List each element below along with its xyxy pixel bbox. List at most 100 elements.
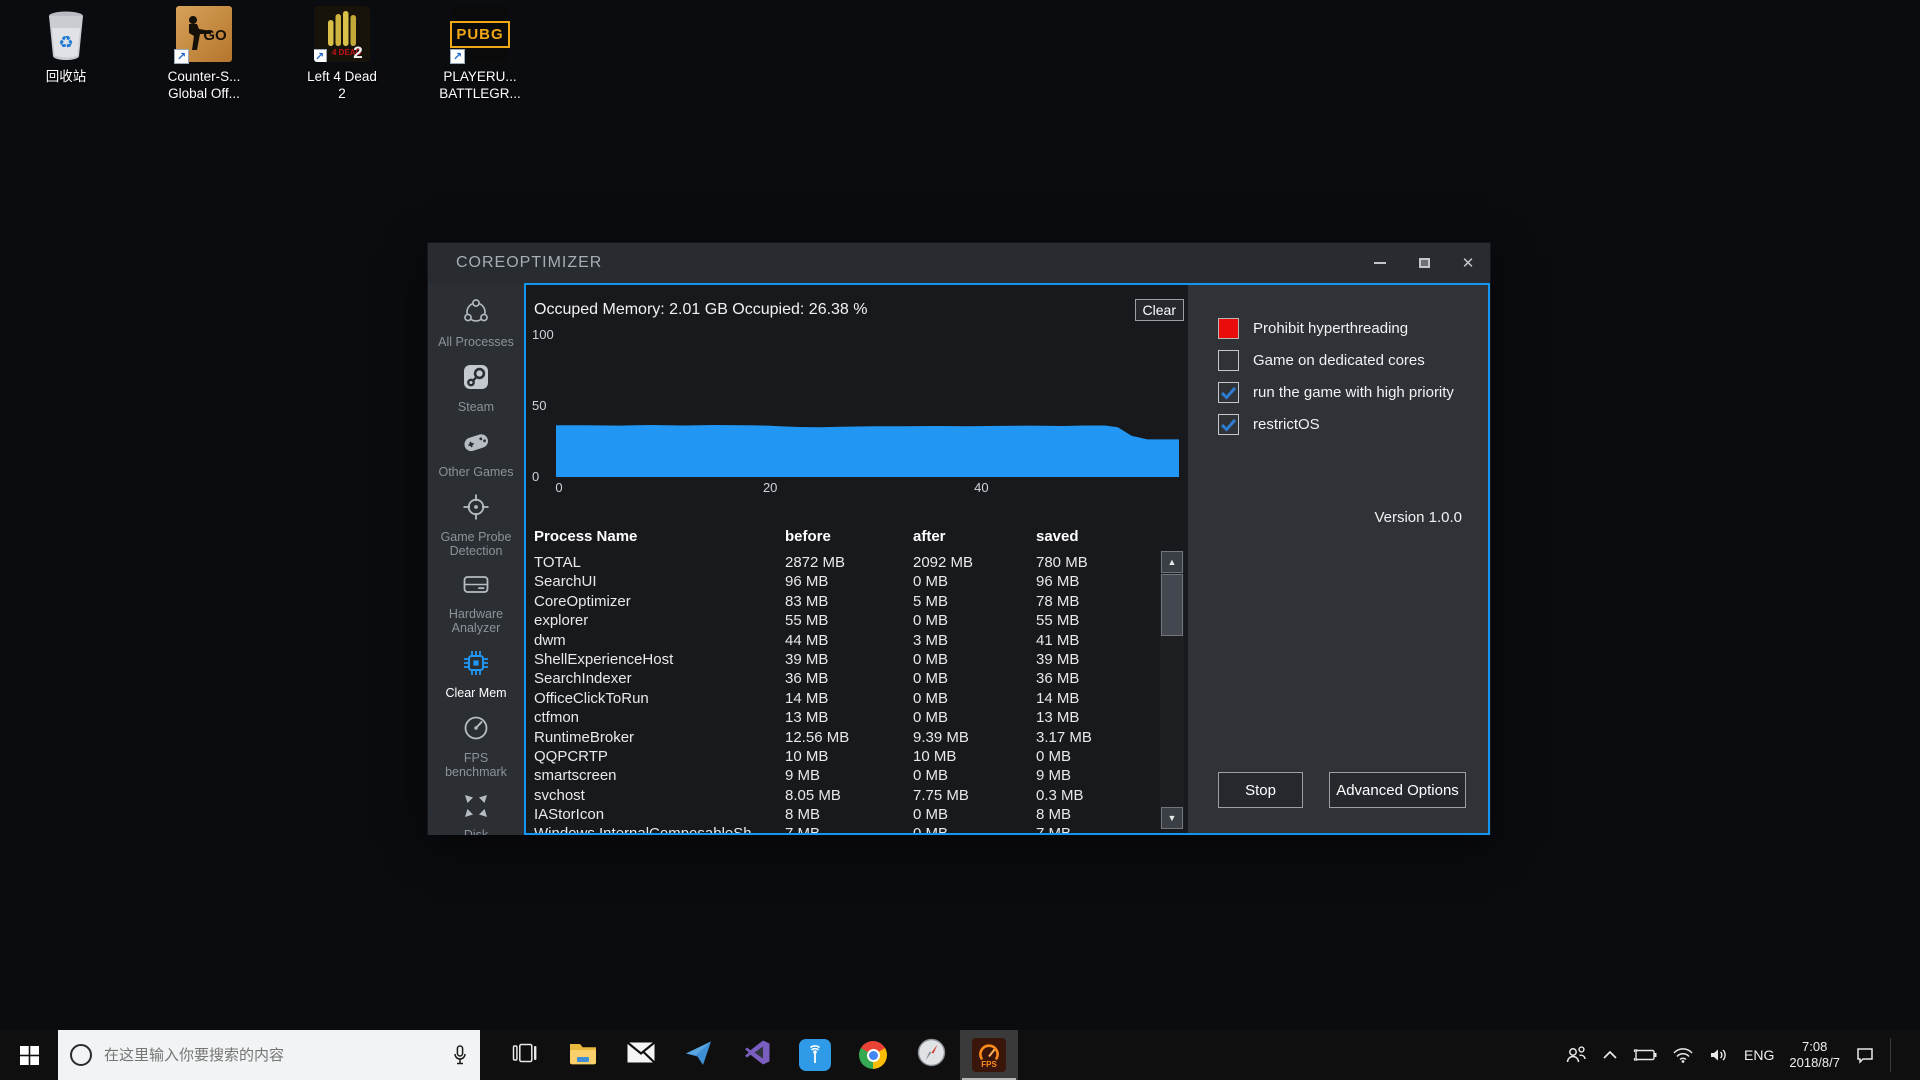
table-cell: 0 MB [913,611,1036,630]
desktop-icon-row: ♻回收站GO↗Counter-S...Global Off...4 DEAD2↗… [14,6,532,102]
task-view-icon [512,1041,538,1070]
option-restrictos[interactable]: restrictOS [1218,414,1478,435]
desktop-icon-csgo[interactable]: GO↗Counter-S...Global Off... [152,6,256,102]
table-row[interactable]: SearchIndexer36 MB0 MB36 MB [526,669,1188,688]
steam-icon [461,362,491,397]
table-row[interactable]: explorer55 MB0 MB55 MB [526,611,1188,630]
table-scrollbar[interactable]: ▲ ▼ [1160,551,1184,829]
table-row[interactable]: SearchUI96 MB0 MB96 MB [526,572,1188,591]
volume-icon[interactable] [1709,1047,1729,1063]
other-games-icon [459,427,493,462]
desktop-icon-l4d2[interactable]: 4 DEAD2↗Left 4 Dead2 [290,6,394,102]
sidebar-item-label: Steam [458,400,494,414]
options-panel: Prohibit hyperthreading Game on dedicated… [1188,285,1488,833]
table-row[interactable]: ShellExperienceHost39 MB0 MB39 MB [526,650,1188,669]
advanced-options-button[interactable]: Advanced Options [1329,772,1466,808]
battery-icon[interactable] [1633,1048,1657,1062]
option-prohibit-hyperthreading[interactable]: Prohibit hyperthreading [1218,318,1478,339]
option-game-on-dedicated-cores[interactable]: Game on dedicated cores [1218,350,1478,371]
table-cell: 3.17 MB [1036,728,1166,747]
search-input[interactable] [104,1047,440,1064]
table-row[interactable]: TOTAL2872 MB2092 MB780 MB [526,553,1188,572]
svg-text:2: 2 [353,43,362,62]
table-cell: 10 MB [913,747,1036,766]
column-header-after: after [913,528,1036,545]
recycle-bin-icon: ♻ [38,6,94,62]
clear-button[interactable]: Clear [1135,299,1184,321]
desktop-icon-pubg[interactable]: PUBG↗PLAYERU...BATTLEGR... [428,6,532,102]
desktop-icon-label: Left 4 Dead2 [307,68,377,102]
option-run-the-game-with-high-priority[interactable]: run the game with high priority [1218,382,1478,403]
mail-icon [626,1041,656,1069]
taskbar-app-mail[interactable] [612,1030,670,1080]
table-row[interactable]: smartscreen9 MB0 MB9 MB [526,766,1188,785]
taskbar-app-compass[interactable] [902,1030,960,1080]
clock[interactable]: 7:08 2018/8/7 [1789,1039,1840,1071]
table-cell: 83 MB [785,592,913,611]
table-row[interactable]: ctfmon13 MB0 MB13 MB [526,708,1188,727]
x-axis-tick: 20 [763,480,777,495]
table-cell: QQPCRTP [534,747,785,766]
close-button[interactable]: ✕ [1446,243,1490,283]
tray-overflow-chevron-icon[interactable] [1602,1050,1618,1060]
table-cell: 0 MB [913,824,1036,833]
start-button[interactable] [0,1030,58,1080]
table-cell: 39 MB [785,650,913,669]
window-title: COREOPTIMIZER [456,254,602,272]
sidebar-item-steam[interactable]: Steam [458,362,494,414]
table-cell: 780 MB [1036,553,1166,572]
table-row[interactable]: OfficeClickToRun14 MB0 MB14 MB [526,689,1188,708]
table-row[interactable]: dwm44 MB3 MB41 MB [526,631,1188,650]
table-row[interactable]: IAStorIcon8 MB0 MB8 MB [526,805,1188,824]
table-row[interactable]: QQPCRTP10 MB10 MB0 MB [526,747,1188,766]
language-indicator[interactable]: ENG [1744,1047,1774,1063]
microphone-icon[interactable] [452,1043,468,1067]
scroll-up-button[interactable]: ▲ [1161,551,1183,573]
column-header-before: before [785,528,913,545]
show-desktop-button[interactable] [1906,1030,1912,1080]
stop-button[interactable]: Stop [1218,772,1303,808]
column-header-process-name: Process Name [534,528,785,545]
fps-benchmark-icon [461,713,491,748]
table-cell: explorer [534,611,785,630]
table-cell: 13 MB [785,708,913,727]
table-row[interactable]: RuntimeBroker12.56 MB9.39 MB3.17 MB [526,728,1188,747]
scroll-down-button[interactable]: ▼ [1161,807,1183,829]
maximize-button[interactable] [1402,243,1446,283]
action-center-icon[interactable] [1855,1046,1875,1064]
sidebar-item-other-games[interactable]: Other Games [438,427,513,479]
taskbar-app-task-view[interactable] [496,1030,554,1080]
sidebar-item-all-processes[interactable]: All Processes [438,297,514,349]
taskbar-app-file-explorer[interactable] [554,1030,612,1080]
table-row[interactable]: CoreOptimizer83 MB5 MB78 MB [526,592,1188,611]
taskbar-app-hotspot[interactable] [786,1030,844,1080]
clock-time: 7:08 [1789,1039,1840,1055]
taskbar-app-chrome[interactable] [844,1030,902,1080]
table-cell: 44 MB [785,631,913,650]
l4d2-icon: 4 DEAD2↗ [314,6,370,62]
x-axis-tick: 40 [974,480,988,495]
taskbar-app-vscode[interactable] [728,1030,786,1080]
table-row[interactable]: svchost8.05 MB7.75 MB0.3 MB [526,786,1188,805]
shortcut-arrow-icon: ↗ [314,49,327,62]
sidebar-item-hardware[interactable]: HardwareAnalyzer [449,571,503,635]
window-body: All Processes Steam Other Games Game ProbeD… [428,283,1490,835]
wifi-icon[interactable] [1672,1047,1694,1063]
table-cell: 0 MB [913,689,1036,708]
sidebar-item-clear-mem[interactable]: Clear Mem [445,648,506,700]
sidebar-item-fps-benchmark[interactable]: FPSbenchmark [445,713,507,779]
table-cell: 2872 MB [785,553,913,572]
taskbar-app-fps-active[interactable]: FPS [960,1030,1018,1080]
windows-logo-icon [20,1046,39,1065]
desktop-icon-recycle-bin[interactable]: ♻回收站 [14,6,118,102]
people-icon[interactable] [1565,1045,1587,1065]
scrollbar-thumb[interactable] [1161,574,1183,636]
taskbar-search-box[interactable] [58,1030,480,1080]
minimize-button[interactable] [1358,243,1402,283]
checkbox-unchecked [1218,350,1239,371]
table-row[interactable]: Windows.InternalComposableSh7 MB0 MB7 MB [526,824,1188,833]
taskbar-app-paper-plane[interactable] [670,1030,728,1080]
memory-status-text: Occuped Memory: 2.01 GB Occupied: 26.38 … [534,301,868,319]
sidebar-item-disk-compression[interactable]: Diskcompression [441,792,512,835]
sidebar-item-game-probe[interactable]: Game ProbeDetection [441,492,512,558]
